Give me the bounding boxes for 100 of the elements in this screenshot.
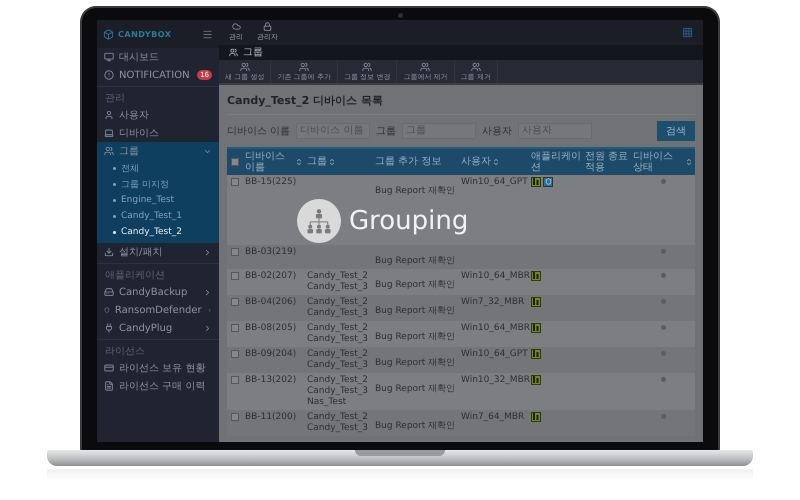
checkbox[interactable]	[231, 324, 239, 332]
bars-app-icon	[531, 348, 541, 359]
status-dot	[660, 376, 666, 382]
plug-icon	[104, 323, 114, 333]
logo-text: CANDYBOX	[118, 30, 172, 38]
status-dot	[660, 298, 666, 304]
table-cell-text: BB-04(206)	[244, 296, 298, 308]
sort-icon[interactable]	[492, 158, 500, 166]
table-cell-text: BB-02(207)	[244, 270, 298, 282]
cube-icon	[103, 28, 114, 40]
bars-app-icon	[531, 176, 541, 187]
status-dot	[660, 350, 666, 356]
group-name: Candy_Test_3	[307, 308, 369, 319]
group-name: Candy_Test_2	[307, 296, 369, 308]
sidebar-item[interactable]: RansomDefender	[97, 301, 219, 319]
user-icon	[104, 110, 114, 120]
sidebar-item[interactable]: 사용자	[97, 106, 219, 124]
table-cell-text: BB-11(200)	[244, 412, 298, 423]
chevron-icon	[203, 248, 212, 256]
group-icon	[104, 146, 114, 156]
sidebar-item[interactable]: CandyBackup	[97, 283, 219, 301]
bars-app-icon	[531, 322, 541, 333]
group-name: Candy_Test_3	[307, 422, 369, 434]
table-cell-text: Win10_64_GPT	[460, 348, 529, 360]
group-name: Candy_Test_2	[307, 270, 369, 282]
table-cell-text: Bug Report 재확인	[374, 256, 456, 267]
sort-icon[interactable]	[295, 158, 303, 166]
group-name: Candy_Test_2	[307, 412, 369, 423]
search-button[interactable]: 검색	[657, 120, 695, 141]
sidebar-item[interactable]: 디바이스	[97, 124, 219, 142]
checkbox[interactable]	[231, 412, 239, 421]
group-name: Candy_Test_2	[307, 348, 369, 360]
table-cell-text: Bug Report 재확인	[374, 306, 456, 317]
group-name: Candy_Test_3	[307, 360, 369, 371]
table-cell-text: Win7_64_MBR	[460, 412, 526, 423]
sidebar-item[interactable]: 설치/패치	[97, 243, 219, 261]
table-cell-text: Bug Report 재확인	[374, 358, 456, 369]
group-name: Nas_Test	[307, 396, 348, 408]
bars-app-icon	[531, 270, 541, 281]
status-dot	[660, 272, 666, 278]
alert-icon	[104, 70, 114, 80]
table-cell-text: Bug Report 재확인	[374, 420, 456, 432]
column-header[interactable]: 사용자	[459, 156, 529, 168]
column-header: 그룹 추가 정보	[374, 156, 442, 168]
shield-icon	[104, 305, 110, 315]
org-chart-icon	[305, 206, 333, 235]
bars-app-icon	[531, 412, 541, 422]
table-cell-text: Win10_64_MBR	[460, 270, 529, 282]
checkbox[interactable]	[231, 272, 239, 280]
grouping-title: Grouping	[349, 206, 468, 236]
sidebar-subitem[interactable]: Candy_Test_2	[97, 224, 219, 240]
checkbox[interactable]	[231, 350, 239, 358]
users-icon	[470, 62, 481, 72]
apps-grid-icon[interactable]	[682, 26, 693, 38]
table-cell-text: Bug Report 재확인	[374, 332, 456, 343]
sidebar-subitem[interactable]: 전체	[97, 160, 219, 176]
status-dot	[660, 178, 666, 184]
install-icon	[104, 247, 114, 257]
sidebar-subitem[interactable]: Engine_Test	[97, 192, 219, 208]
checkbox[interactable]	[231, 298, 239, 306]
table-cell-text: BB-09(204)	[244, 348, 298, 360]
sidebar-item[interactable]: 라이선스 보유 현황	[97, 359, 219, 377]
cloud-icon	[232, 22, 240, 32]
sidebar-item[interactable]: CandyPlug	[97, 319, 219, 337]
sidebar-subitem[interactable]: 그룹 미지정	[97, 176, 219, 192]
sidebar-item[interactable]: 대시보드	[97, 48, 219, 66]
table-cell-text: Win10_32_MBR	[460, 374, 529, 386]
page-title: Candy_Test_2 디바이스 목록	[227, 90, 695, 115]
sidebar-item[interactable]: 그룹	[97, 142, 219, 160]
group-name: Candy_Test_3	[307, 282, 369, 293]
table-cell-text: BB-03(219)	[244, 246, 298, 258]
sort-icon[interactable]	[685, 158, 693, 166]
users-icon	[420, 62, 430, 72]
menu-icon[interactable]	[202, 28, 213, 40]
users-icon	[240, 62, 250, 72]
status-dot	[660, 324, 666, 330]
group-name: Candy_Test_2	[307, 322, 369, 334]
checkbox[interactable]	[231, 248, 239, 256]
checkbox[interactable]	[231, 158, 239, 166]
sidebar-item[interactable]: 라이선스 구매 이력	[97, 377, 219, 395]
table-cell-text: BB-13(202)	[244, 374, 298, 386]
column-header[interactable]: 그룹	[305, 156, 373, 168]
column-header: 애플리케이션	[530, 150, 582, 173]
checkbox[interactable]	[231, 178, 239, 186]
table-cell-text: Bug Report 재확인	[374, 384, 456, 395]
group-name: Candy_Test_3	[307, 386, 369, 397]
column-header[interactable]: 디바이스 이름	[243, 150, 305, 173]
filter-label: 그룹	[376, 124, 396, 138]
lock-icon	[263, 22, 272, 32]
dashboard-icon	[104, 52, 114, 62]
sort-icon[interactable]	[328, 158, 336, 166]
sidebar-subitem[interactable]: Candy_Test_1	[97, 208, 219, 224]
table-cell-text: BB-15(225)	[244, 176, 298, 188]
group-name: Candy_Test_3	[307, 334, 369, 345]
checkbox[interactable]	[231, 376, 239, 384]
users-icon	[362, 62, 372, 72]
table-cell-text: Bug Report 재확인	[374, 186, 456, 197]
column-header[interactable]: 디바이스 상태	[631, 150, 695, 173]
device-icon	[104, 128, 114, 138]
table-cell-text: Bug Report 재확인	[374, 280, 456, 291]
